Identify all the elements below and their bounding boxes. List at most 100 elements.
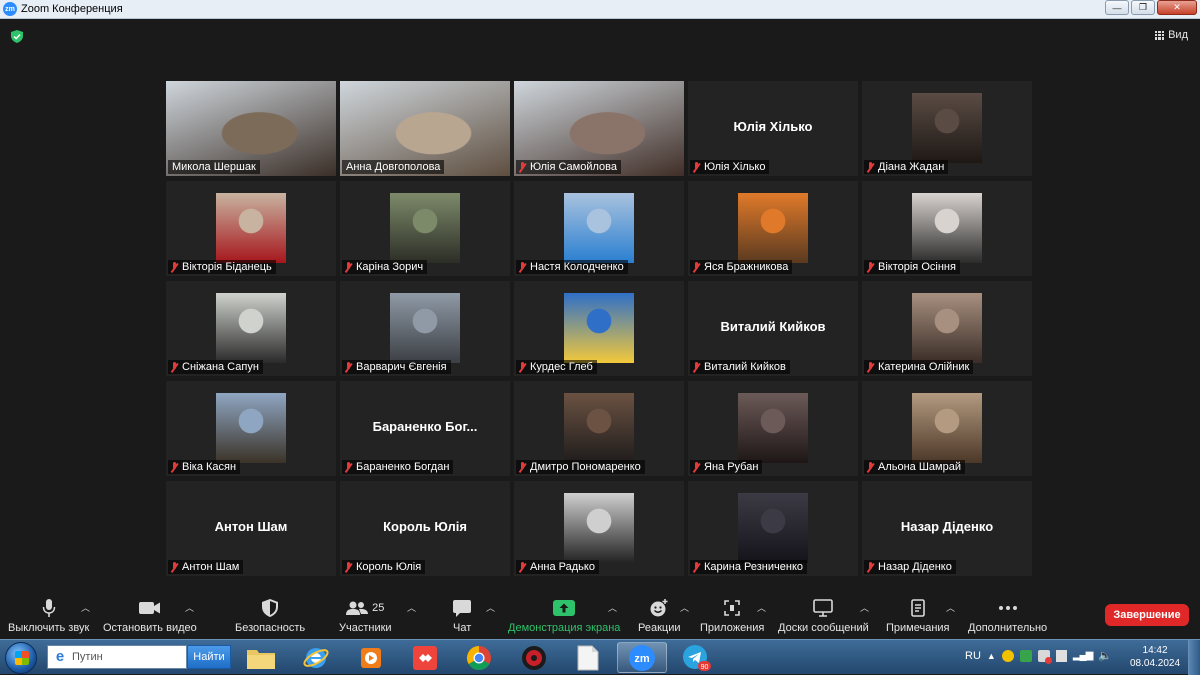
mute-button[interactable]: Выключить звук xyxy=(8,598,89,634)
end-meeting-button[interactable]: Завершение xyxy=(1105,604,1189,626)
participant-tile[interactable]: Курдес Глеб xyxy=(514,281,684,376)
participant-name: Дмитро Пономаренко xyxy=(530,461,641,473)
taskbar-media-player[interactable] xyxy=(346,642,396,673)
flag-icon[interactable] xyxy=(1055,649,1067,662)
video-options-caret-icon[interactable]: ︿ xyxy=(185,601,194,614)
participant-tile[interactable]: Яна Рубан xyxy=(688,381,858,476)
maximize-button[interactable]: ❐ xyxy=(1131,0,1155,15)
participant-tile[interactable]: Сніжана Сапун xyxy=(166,281,336,376)
participant-tile[interactable]: Назар Діденко Назар Діденко xyxy=(862,481,1032,576)
document-icon xyxy=(577,645,599,670)
participant-tile[interactable]: Варварич Євгенія xyxy=(340,281,510,376)
taskbar-internet-explorer[interactable] xyxy=(291,642,341,673)
notes-caret-icon[interactable]: ︿ xyxy=(946,601,955,614)
taskbar-app-red[interactable] xyxy=(509,642,559,673)
whiteboards-button[interactable]: Доски сообщений xyxy=(778,598,869,634)
participant-tile[interactable]: Микола Шершак xyxy=(166,81,336,176)
show-desktop-button[interactable] xyxy=(1188,640,1200,675)
participant-tile[interactable]: Діана Жадан xyxy=(862,81,1032,176)
muted-microphone-icon xyxy=(518,161,527,173)
participant-tile[interactable]: Бараненко Бог... Бараненко Богдан xyxy=(340,381,510,476)
participant-avatar xyxy=(216,393,286,463)
network-warning-icon[interactable] xyxy=(1037,649,1052,664)
participant-tile[interactable]: Юлія Хілько Юлія Хілько xyxy=(688,81,858,176)
muted-microphone-icon xyxy=(692,261,701,273)
stop-video-button[interactable]: Остановить видео xyxy=(103,598,197,634)
reactions-button[interactable]: Реакции xyxy=(638,598,681,634)
apps-icon xyxy=(723,598,741,618)
participant-tile[interactable]: Вікторія Осіння xyxy=(862,181,1032,276)
shield-icon xyxy=(262,598,279,618)
taskbar-document[interactable] xyxy=(563,642,613,673)
close-button[interactable]: ✕ xyxy=(1157,0,1197,15)
participant-tile[interactable]: Дмитро Пономаренко xyxy=(514,381,684,476)
chat-button[interactable]: Чат xyxy=(453,598,471,634)
chat-caret-icon[interactable]: ︿ xyxy=(486,601,495,614)
muted-microphone-icon xyxy=(344,561,353,573)
participants-button[interactable]: 25 Участники xyxy=(339,598,392,634)
window-title: Zoom Конференция xyxy=(21,3,123,15)
start-button[interactable] xyxy=(5,642,37,674)
participant-tile[interactable]: Віка Касян xyxy=(166,381,336,476)
participant-tile[interactable]: Анна Радько xyxy=(514,481,684,576)
participant-name: Антон Шам xyxy=(182,561,240,573)
taskbar-telegram[interactable]: 90 xyxy=(671,642,721,673)
participant-name: Карина Резниченко xyxy=(704,561,804,573)
participant-tile[interactable]: Король Юлія Король Юлія xyxy=(340,481,510,576)
reactions-caret-icon[interactable]: ︿ xyxy=(680,601,689,614)
apps-button[interactable]: Приложения xyxy=(700,598,764,634)
participant-tile[interactable]: Каріна Зорич xyxy=(340,181,510,276)
taskbar-anydesk[interactable] xyxy=(400,642,450,673)
tray-app-icon[interactable] xyxy=(1001,649,1014,662)
participant-center-name: Виталий Кийков xyxy=(720,319,826,334)
participant-avatar xyxy=(912,193,982,263)
zoom-logo-icon: zm xyxy=(3,2,17,16)
participant-tile[interactable]: Катерина Олійник xyxy=(862,281,1032,376)
muted-microphone-icon xyxy=(866,261,875,273)
participant-avatar xyxy=(912,393,982,463)
signal-icon[interactable]: ▂▄▆ xyxy=(1073,650,1093,661)
participant-avatar xyxy=(564,493,634,563)
language-indicator[interactable]: RU xyxy=(965,650,981,662)
volume-icon[interactable]: 🔈 xyxy=(1098,649,1112,662)
system-clock[interactable]: 14:42 08.04.2024 xyxy=(1130,644,1180,670)
taskbar-search-input[interactable]: e Путин xyxy=(47,645,187,669)
participant-tile[interactable]: Вікторія Біданець xyxy=(166,181,336,276)
participant-tile[interactable]: Карина Резниченко xyxy=(688,481,858,576)
muted-microphone-icon xyxy=(518,261,527,273)
share-caret-icon[interactable]: ︿ xyxy=(608,601,617,614)
taskbar-zoom[interactable]: zm xyxy=(617,642,667,673)
audio-options-caret-icon[interactable]: ︿ xyxy=(81,601,90,614)
internet-explorer-icon xyxy=(303,647,329,668)
participant-tile[interactable]: Альона Шамрай xyxy=(862,381,1032,476)
participant-tile[interactable]: Виталий Кийков Виталий Кийков xyxy=(688,281,858,376)
security-button[interactable]: Безопасность xyxy=(235,598,305,634)
participants-caret-icon[interactable]: ︿ xyxy=(407,601,416,614)
encryption-shield-icon[interactable] xyxy=(11,30,23,43)
view-button[interactable]: Вид xyxy=(1155,29,1188,41)
participant-tile[interactable]: Антон Шам Антон Шам xyxy=(166,481,336,576)
participant-avatar xyxy=(912,93,982,163)
more-button[interactable]: Дополнительно xyxy=(968,598,1047,634)
participant-tile[interactable]: Настя Колодченко xyxy=(514,181,684,276)
tray-shield-icon[interactable] xyxy=(1019,649,1032,662)
meeting-toolbar: Выключить звук ︿ Остановить видео ︿ Безо… xyxy=(0,595,1200,639)
participant-tile[interactable]: Яся Бражникова xyxy=(688,181,858,276)
participant-nameplate: Король Юлія xyxy=(342,560,426,574)
search-value: Путин xyxy=(72,651,103,663)
apps-caret-icon[interactable]: ︿ xyxy=(757,601,766,614)
whiteboards-caret-icon[interactable]: ︿ xyxy=(860,601,869,614)
show-hidden-icons-icon[interactable]: ▲ xyxy=(987,651,996,661)
search-button[interactable]: Найти xyxy=(187,645,231,669)
notes-button[interactable]: Примечания xyxy=(886,598,950,634)
participant-tile[interactable]: Анна Довгополова xyxy=(340,81,510,176)
share-screen-button[interactable]: Демонстрация экрана xyxy=(508,598,620,634)
muted-microphone-icon xyxy=(170,561,179,573)
participant-name: Король Юлія xyxy=(356,561,422,573)
taskbar-chrome[interactable] xyxy=(454,642,504,673)
minimize-button[interactable]: — xyxy=(1105,0,1129,15)
participant-avatar xyxy=(564,193,634,263)
participant-tile[interactable]: Юлія Самойлова xyxy=(514,81,684,176)
internet-explorer-icon: e xyxy=(55,648,65,665)
taskbar-file-explorer[interactable] xyxy=(236,642,286,673)
